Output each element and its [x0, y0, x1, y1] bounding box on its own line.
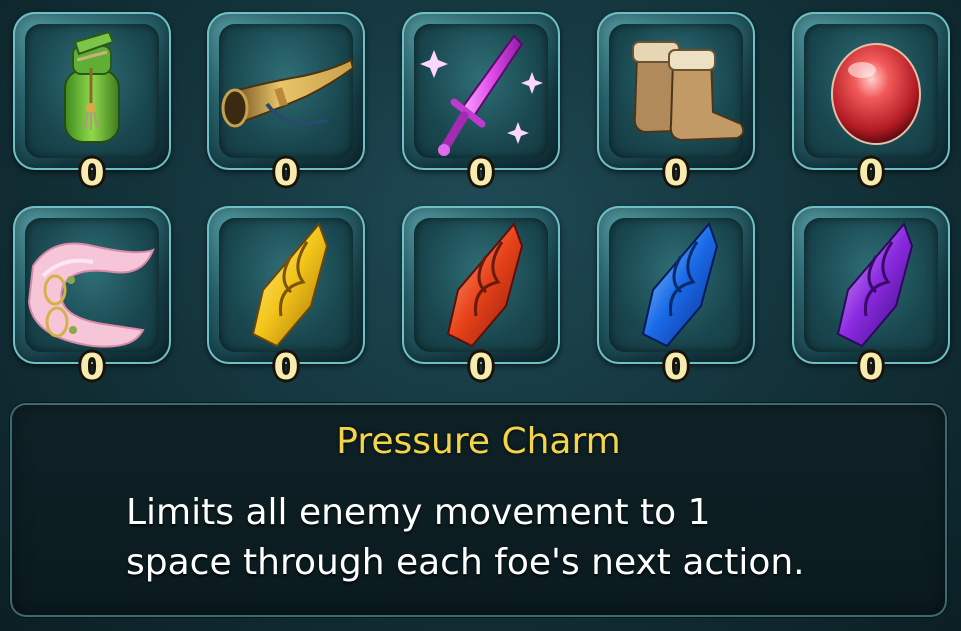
red-crystal-icon: [446, 222, 524, 348]
item-count: 0: [858, 153, 884, 194]
item-slot-boots[interactable]: 0: [597, 12, 755, 192]
boots-icon: [632, 41, 745, 142]
item-count: 0: [468, 347, 494, 388]
item-slot-blue-crystal[interactable]: 0: [597, 206, 755, 386]
item-count: 0: [663, 153, 689, 194]
blue-crystal-icon: [641, 222, 719, 348]
yellow-crystal-icon: [251, 222, 329, 348]
green-bottle-icon: [64, 30, 120, 143]
item-count: 0: [273, 347, 299, 388]
item-count: 0: [858, 347, 884, 388]
item-slot-horn[interactable]: 0: [207, 12, 365, 192]
horn-icon: [221, 58, 355, 128]
item-description-line: space through each foe's next action.: [126, 542, 805, 583]
item-slot-red-crystal[interactable]: 0: [402, 206, 560, 386]
purple-crystal-icon: [836, 222, 914, 348]
item-slot-pressure-charm[interactable]: 0: [13, 206, 171, 386]
item-grid: 0 0 0 0 0 0 0 0 0 0: [0, 0, 961, 390]
item-info-panel: Pressure Charm Limits all enemy movement…: [10, 403, 947, 617]
item-title: Pressure Charm: [336, 421, 621, 462]
item-count: 0: [79, 153, 105, 194]
red-orb-icon: [831, 43, 921, 145]
item-slot-dagger[interactable]: 0: [402, 12, 560, 192]
item-slot-yellow-crystal[interactable]: 0: [207, 206, 365, 386]
item-slot-healing-tonic[interactable]: 0: [13, 12, 171, 192]
item-count: 0: [663, 347, 689, 388]
item-description-line: Limits all enemy movement to 1: [126, 492, 711, 533]
item-count: 0: [468, 153, 494, 194]
item-description: Limits all enemy movement to 1 space thr…: [126, 488, 926, 588]
item-count: 0: [273, 153, 299, 194]
item-slot-red-orb[interactable]: 0: [792, 12, 950, 192]
pink-scarf-icon: [27, 242, 155, 348]
item-count: 0: [79, 347, 105, 388]
item-slot-purple-crystal[interactable]: 0: [792, 206, 950, 386]
glowing-dagger-icon: [420, 34, 543, 156]
